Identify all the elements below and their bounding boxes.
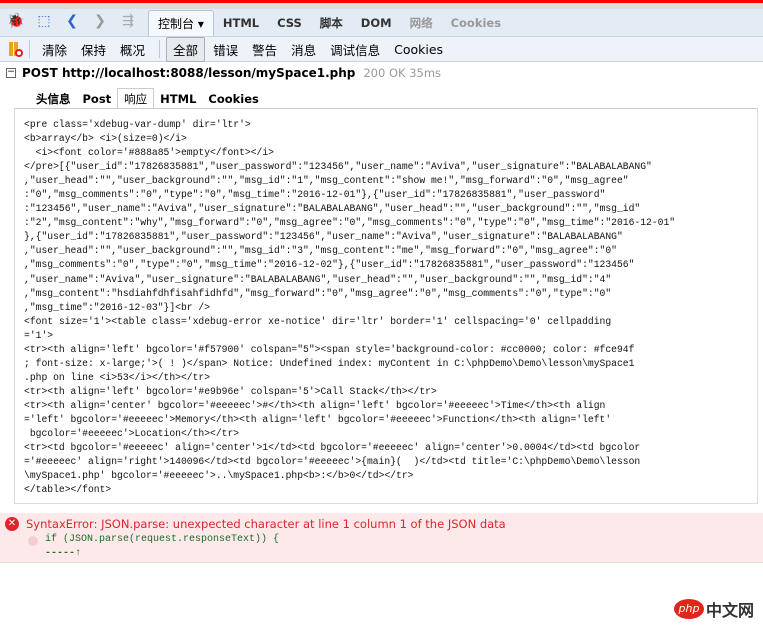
firebug-bug-icon[interactable]: 🐞	[4, 9, 28, 33]
tab-response-html[interactable]: HTML	[154, 88, 202, 109]
divider	[159, 40, 161, 58]
request-status: 200 OK 35ms	[363, 66, 442, 80]
tab-dom[interactable]: DOM	[352, 10, 401, 36]
filter-info-button[interactable]: 消息	[285, 38, 322, 61]
profile-button[interactable]: 概况	[114, 38, 151, 61]
request-url: POST http://localhost:8088/lesson/mySpac…	[22, 66, 356, 80]
breakpoint-icon[interactable]	[28, 536, 38, 546]
clear-button[interactable]: 清除	[36, 38, 73, 61]
firebug-main-toolbar: 🐞 ⬚ ❮ ❯ ⇶ 控制台 ▾ HTML CSS 脚本 DOM 网络 Cooki…	[0, 9, 763, 37]
logo-php: php	[674, 599, 704, 619]
filter-warnings-button[interactable]: 警告	[246, 38, 283, 61]
tab-css[interactable]: CSS	[268, 10, 311, 36]
pause-break-on-error-icon[interactable]	[9, 41, 23, 57]
tab-post[interactable]: Post	[77, 88, 118, 109]
tab-cookies[interactable]: Cookies	[442, 10, 510, 36]
tab-html[interactable]: HTML	[214, 10, 268, 36]
filter-all-button[interactable]: 全部	[166, 36, 206, 62]
response-text: <pre class='xdebug-var-dump' dir='ltr'> …	[24, 119, 676, 496]
response-body-panel: <pre class='xdebug-var-dump' dir='ltr'> …	[14, 108, 758, 504]
console-filter-toolbar: 清除 保持 概况 全部 错误 警告 消息 调试信息 Cookies	[0, 36, 763, 62]
filter-cookies-button[interactable]: Cookies	[388, 40, 449, 59]
tab-net[interactable]: 网络	[401, 10, 442, 36]
tab-headers[interactable]: 头信息	[30, 88, 77, 109]
tab-script[interactable]: 脚本	[311, 10, 352, 36]
forward-icon[interactable]: ❯	[88, 9, 112, 33]
tab-response-cookies[interactable]: Cookies	[202, 88, 264, 109]
error-text[interactable]: SyntaxError: JSON.parse: unexpected char…	[26, 517, 506, 531]
error-caret: -----↑	[45, 548, 82, 559]
response-tabs: 头信息 Post 响应 HTML Cookies	[30, 88, 265, 109]
request-entry[interactable]: − POST http://localhost:8088/lesson/mySp…	[6, 66, 441, 80]
divider	[29, 40, 30, 58]
command-line-icon[interactable]: ⇶	[116, 9, 140, 33]
collapse-icon[interactable]: −	[6, 68, 16, 78]
error-source-line[interactable]: if (JSON.parse(request.responseText)) {	[45, 534, 279, 545]
php-cn-watermark-logo: php 中文网	[674, 597, 754, 621]
tab-response[interactable]: 响应	[117, 88, 155, 109]
persist-button[interactable]: 保持	[75, 38, 112, 61]
tab-console[interactable]: 控制台 ▾	[148, 10, 214, 36]
back-icon[interactable]: ❮	[60, 9, 84, 33]
filter-debug-button[interactable]: 调试信息	[324, 38, 386, 61]
error-message-row: ✕ SyntaxError: JSON.parse: unexpected ch…	[0, 513, 763, 563]
logo-cn: 中文网	[706, 601, 755, 620]
filter-errors-button[interactable]: 错误	[207, 38, 244, 61]
error-icon: ✕	[5, 517, 19, 531]
inspect-element-icon[interactable]: ⬚	[32, 9, 56, 33]
